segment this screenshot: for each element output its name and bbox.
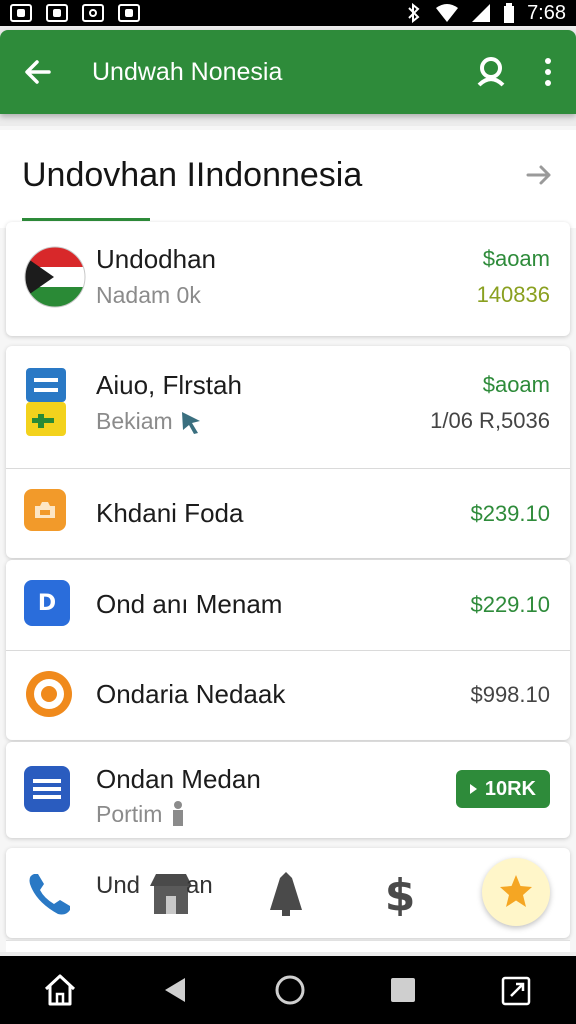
document-icon bbox=[24, 366, 68, 438]
status-badge[interactable]: 10RK bbox=[455, 770, 550, 808]
photo-icon bbox=[46, 4, 68, 22]
header-section: Undovhan IIndonnesia bbox=[0, 130, 576, 228]
star-icon bbox=[500, 875, 532, 907]
item-amount: $aoam bbox=[482, 246, 550, 271]
list-icon bbox=[24, 766, 70, 812]
sync-icon bbox=[82, 4, 104, 22]
item-amount: $aoam bbox=[482, 372, 550, 397]
item-subtitle: Nadam 0k bbox=[96, 282, 201, 308]
item-name: Undodhan bbox=[96, 244, 216, 274]
navigation-bar bbox=[0, 956, 576, 1024]
person-icon bbox=[173, 801, 184, 826]
list-item[interactable]: Undodhan Nadam 0k $aoam 140836 bbox=[6, 222, 570, 336]
bluetooth-icon bbox=[408, 3, 420, 23]
signal-icon bbox=[472, 4, 491, 22]
shortcut-label: Und bbox=[96, 872, 141, 899]
home-circle-icon[interactable] bbox=[274, 974, 306, 1006]
account-search-icon[interactable] bbox=[474, 55, 508, 89]
list-item[interactable]: Ondan Medan Portim 10RK bbox=[6, 742, 570, 838]
item-name: Ond anı Menam bbox=[96, 589, 283, 619]
target-icon bbox=[24, 669, 74, 719]
back-icon[interactable] bbox=[161, 975, 191, 1005]
system-icons: 7:68 bbox=[405, 2, 566, 25]
flag-icon bbox=[24, 246, 86, 308]
item-name: Khdani Foda bbox=[96, 498, 244, 528]
page-title: Undovhan IIndonnesia bbox=[22, 156, 363, 194]
main-content: Undovhan IIndonnesia Undodhan Nadam 0k $… bbox=[0, 126, 576, 952]
item-amount: $998.10 bbox=[470, 682, 550, 707]
rotate-icon[interactable] bbox=[500, 973, 534, 1007]
item-amount: $229.10 bbox=[470, 592, 550, 617]
bell-icon[interactable] bbox=[264, 868, 308, 918]
item-name: Ondan Medan bbox=[96, 764, 261, 794]
list-item[interactable]: D Ond anı Menam $229.10 bbox=[6, 560, 570, 650]
item-subtitle: Bekiam bbox=[96, 408, 203, 435]
shortcut-bar: Und an $ bbox=[6, 848, 570, 938]
more-options-button[interactable] bbox=[538, 58, 558, 86]
back-button[interactable] bbox=[18, 52, 58, 92]
play-icon bbox=[469, 784, 477, 794]
tab-indicator bbox=[22, 218, 150, 221]
gallery-icon bbox=[10, 4, 32, 22]
list-group: Aiuo, Flrstah Bekiam $aoam 1/06 R,5036 K… bbox=[6, 346, 570, 558]
app-d-icon: D bbox=[24, 580, 70, 626]
item-subtitle: Portim bbox=[96, 800, 188, 828]
list-item[interactable]: Ondaria Nedaak $998.10 bbox=[6, 651, 570, 740]
item-secondary-amount: 140836 bbox=[476, 282, 550, 307]
dollar-icon[interactable]: $ bbox=[380, 870, 420, 916]
app-bar: Undwah Nonesia bbox=[0, 30, 576, 114]
item-amount: $239.10 bbox=[470, 501, 550, 526]
list-item[interactable]: Khdani Foda $239.10 bbox=[6, 469, 570, 558]
svg-text:$: $ bbox=[385, 870, 416, 916]
battery-icon bbox=[504, 3, 515, 23]
shop-icon bbox=[118, 4, 140, 22]
status-bar: 7:68 bbox=[0, 0, 576, 26]
app-bar-title: Undwah Nonesia bbox=[92, 57, 283, 86]
folder-icon bbox=[24, 489, 66, 531]
item-subtitle-text: Bekiam bbox=[96, 408, 173, 434]
wifi-icon bbox=[436, 4, 459, 22]
item-name: Ondaria Nedaak bbox=[96, 679, 286, 709]
star-button[interactable] bbox=[482, 858, 550, 926]
home-icon[interactable] bbox=[42, 972, 78, 1008]
shortcut-label-tail: an bbox=[186, 872, 213, 899]
list-footer bbox=[6, 940, 570, 952]
clock: 7:68 bbox=[527, 1, 566, 24]
arrow-right-icon[interactable] bbox=[524, 160, 554, 190]
list-item[interactable]: Aiuo, Flrstah Bekiam $aoam 1/06 R,5036 bbox=[6, 346, 570, 468]
item-secondary-amount: 1/06 R,5036 bbox=[430, 408, 550, 433]
app-bar-actions bbox=[474, 55, 558, 89]
cursor-icon bbox=[181, 411, 200, 434]
list-group: D Ond anı Menam $229.10 Ondaria Nedaak $… bbox=[6, 560, 570, 740]
item-name: Aiuo, Flrstah bbox=[96, 370, 242, 400]
item-subtitle-text: Portim bbox=[96, 800, 163, 827]
recents-icon[interactable] bbox=[389, 976, 417, 1004]
phone-icon[interactable] bbox=[26, 870, 74, 918]
arrow-left-icon bbox=[25, 60, 51, 84]
notification-icons bbox=[10, 4, 140, 22]
badge-label: 10RK bbox=[484, 777, 536, 800]
